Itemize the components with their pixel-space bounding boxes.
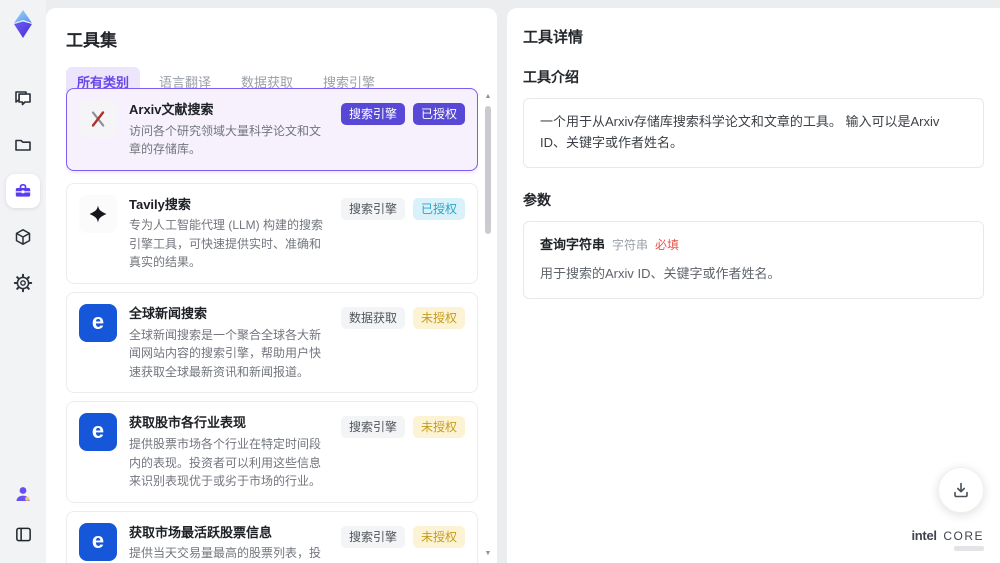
cube-icon [13,227,33,247]
intro-box: 一个用于从Arxiv存储库搜索科学论文和文章的工具。 输入可以是Arxiv ID… [523,98,984,168]
brand-subtext-bar [954,546,984,551]
user-avatar-icon [13,484,33,504]
toolbox-icon [13,181,33,201]
scrollbar-thumb[interactable] [485,106,491,234]
rail-nav [0,82,46,300]
tool-description: 全球新闻搜索是一个聚合全球各大新闻网站内容的搜索引擎，帮助用户快速获取全球最新资… [129,327,322,379]
tool-title: 获取市场最活跃股票信息 [129,524,273,540]
panel-toggle-icon [14,525,33,544]
user-profile-button[interactable] [6,477,40,511]
tool-title: Tavily搜索 [129,196,191,212]
tool-auth-badge: 已授权 [412,103,465,125]
scroll-down-icon[interactable]: ▼ [482,549,494,559]
tool-row[interactable]: e 获取市场最活跃股票信息 提供当天交易量最高的股票列表，投资者可以利用这些信息… [66,510,478,563]
toolset-panel: 工具集 所有类别 语言翻译 数据获取 搜索引擎 Arxiv文献搜索 访问各个研究领域大… [46,8,497,563]
tool-row[interactable]: Tavily搜索 专为人工智能代理 (LLM) 构建的搜索引擎工具，可快速提供实… [66,182,478,285]
news-e-icon: e [79,522,117,561]
tool-category-badge: 搜索引擎 [340,103,405,125]
tool-auth-badge: 已授权 [412,197,465,220]
export-download-button[interactable] [938,467,984,513]
app-logo [7,8,39,40]
tool-auth-badge: 未授权 [412,307,465,330]
packages-nav-button[interactable] [6,220,40,254]
tool-description: 专为人工智能代理 (LLM) 构建的搜索引擎工具，可快速提供实时、准确和真实的结… [129,218,324,270]
intel-wordmark: intel [911,528,937,543]
chat-icon [13,89,33,109]
core-wordmark: CORE [943,529,984,543]
settings-nav-button[interactable] [6,266,40,300]
chat-nav-button[interactable] [6,82,40,116]
tool-row[interactable]: e 获取股市各行业表现 提供股票市场各个行业在特定时间段内的表现。投资者可以利用… [66,401,478,503]
tool-auth-badge: 未授权 [412,525,465,548]
rail-bottom [0,477,46,551]
tool-list: Arxiv文献搜索 访问各个研究领域大量科学论文和文章的存储库。 搜索引擎 已授… [66,88,478,563]
tool-category-badge: 搜索引擎 [340,197,405,220]
detail-title: 工具详情 [523,29,584,46]
gear-icon [13,273,33,293]
tavily-icon [79,194,117,233]
tool-title: 全球新闻搜索 [129,306,208,322]
param-type: 字符串 [612,237,649,252]
news-e-icon: e [79,304,117,343]
folder-icon [13,135,33,155]
tool-description: 访问各个研究领域大量科学论文和文章的存储库。 [129,123,322,157]
tool-description: 提供股票市场各个行业在特定时间段内的表现。投资者可以利用这些信息来识别表现优于或… [129,436,322,489]
download-icon [951,480,971,500]
news-e-icon: e [79,413,117,452]
tool-description: 提供当天交易量最高的股票列表，投资者可以利用这些信息来识别流动性强的股票和潜在的… [129,546,322,561]
tool-row[interactable]: e 全球新闻搜索 全球新闻搜索是一个聚合全球各大新闻网站内容的搜索引擎，帮助用户… [66,292,478,394]
collapse-panel-button[interactable] [6,517,40,551]
left-rail [0,0,46,563]
param-name: 查询字符串 [540,236,606,252]
scroll-up-icon[interactable]: ▲ [482,92,494,102]
intel-core-logo: intel CORE [911,528,984,551]
intro-section-label: 工具介绍 [523,69,579,85]
toolset-nav-button[interactable] [6,174,40,208]
tool-category-badge: 搜索引擎 [340,416,405,439]
tool-detail-panel: 工具详情 工具介绍 一个用于从Arxiv存储库搜索科学论文和文章的工具。 输入可… [507,8,1000,563]
tool-row[interactable]: Arxiv文献搜索 访问各个研究领域大量科学论文和文章的存储库。 搜索引擎 已授… [66,88,478,171]
param-description: 用于搜索的Arxiv ID、关键字或作者姓名。 [540,266,781,282]
tool-category-badge: 数据获取 [340,307,405,330]
arxiv-icon [79,100,117,138]
tool-auth-badge: 未授权 [412,416,465,439]
params-box: 查询字符串 字符串 必填 用于搜索的Arxiv ID、关键字或作者姓名。 [523,220,984,300]
tool-list-scrollbar[interactable]: ▲ ▼ [482,92,494,559]
params-section-label: 参数 [523,191,551,208]
tool-title: 获取股市各行业表现 [129,415,247,431]
files-nav-button[interactable] [6,128,40,162]
tool-category-badge: 搜索引擎 [340,525,405,548]
param-required-flag: 必填 [655,237,680,252]
tool-title: Arxiv文献搜索 [129,102,214,117]
page-title: 工具集 [66,31,117,50]
